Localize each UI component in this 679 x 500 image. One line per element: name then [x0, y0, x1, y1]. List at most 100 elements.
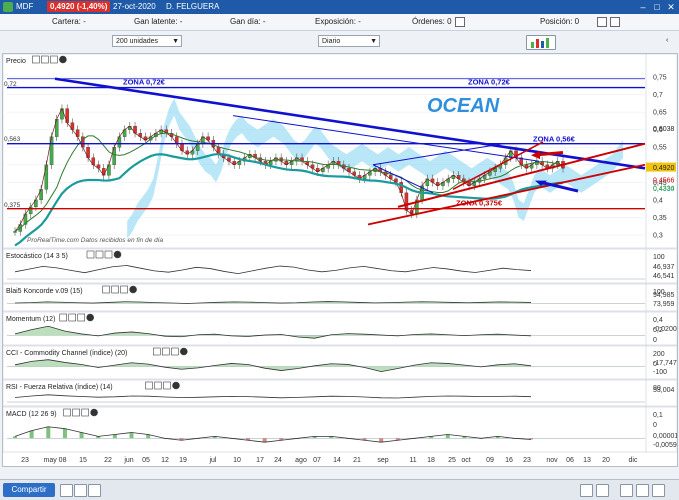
- indicator-value-label: -0,0059: [653, 442, 677, 449]
- x-tick-label: may 08: [44, 457, 67, 464]
- x-tick-label: 25: [448, 457, 456, 464]
- x-tick-label: dic: [629, 457, 638, 464]
- left-price-label: 0,563: [4, 136, 21, 143]
- x-tick-label: 10: [233, 457, 241, 464]
- indicator-value-label: 0,00001: [653, 433, 677, 440]
- x-tick-label: jun: [123, 457, 133, 464]
- popout-icon: [104, 250, 113, 259]
- x-tick-label: sep: [377, 457, 388, 464]
- close-icon: [86, 313, 94, 322]
- settings-toggle-icon[interactable]: [610, 17, 620, 27]
- indicator-value-label: 73,959: [653, 301, 675, 308]
- scroll-right-icon[interactable]: [652, 484, 665, 497]
- popout-icon: [81, 408, 89, 417]
- panel-frame: [2, 406, 678, 453]
- posicion-toggle-icon[interactable]: [597, 17, 607, 27]
- x-tick-label: 23: [21, 457, 29, 464]
- panel-title: Estocástico (14 3 5): [6, 253, 68, 260]
- app-icon: [3, 2, 13, 12]
- zoom-out-icon[interactable]: [580, 484, 593, 497]
- close-icon: [90, 408, 98, 417]
- chart-svg[interactable]: Precio Estocástico (14 3 5) Blai5 Koncorde…: [2, 53, 678, 466]
- right-price-label: 0,4920: [653, 165, 675, 172]
- y-tick-label: 0,55: [653, 145, 667, 152]
- cursor-icon[interactable]: [620, 484, 633, 497]
- indicator-y-tick: 0: [653, 422, 657, 429]
- share-button[interactable]: Compartir: [3, 483, 55, 497]
- window-icon: [41, 55, 49, 64]
- window-icon: [162, 347, 170, 356]
- popout-icon: [50, 55, 58, 64]
- indicator-value-label: -100: [653, 369, 667, 376]
- x-tick-label: 06: [566, 457, 574, 464]
- panel-title: Blai5 Koncorde v.09 (15): [6, 288, 83, 295]
- popout-icon: [171, 347, 179, 356]
- price-badge: 0,4920 (-1,40%): [47, 1, 111, 12]
- chart-tools-icon[interactable]: [526, 35, 556, 50]
- panel-title: Momentum (12): [6, 316, 55, 323]
- panel-title: Precio: [6, 58, 26, 65]
- panel-title: RSI - Fuerza Relativa (índice) (14): [6, 384, 113, 391]
- left-price-label: 0,375: [4, 202, 21, 209]
- close-icon: [180, 347, 188, 356]
- indicator-value-label: 46,937: [653, 264, 675, 271]
- indicator-value-label: 46,541: [653, 273, 675, 280]
- chart-container: Precio Estocástico (14 3 5) Blai5 Koncorde…: [2, 53, 678, 467]
- close-icon[interactable]: ✕: [665, 1, 677, 13]
- settings-icon: [63, 408, 71, 417]
- chevron-down-icon: ▼: [370, 38, 377, 45]
- macd-bar: [13, 436, 17, 439]
- quantity-select[interactable]: 200 unidades ▼: [112, 35, 182, 47]
- indicator-y-tick: 0,1: [653, 412, 663, 419]
- close-icon: [59, 55, 67, 64]
- maximize-icon[interactable]: □: [651, 1, 663, 13]
- macd-bar: [79, 432, 84, 439]
- popout-icon: [77, 313, 85, 322]
- x-tick-label: 15: [79, 457, 87, 464]
- window-titlebar: MDF 0,4920 (-1,40%) 27-oct-2020 D. FELGU…: [0, 0, 679, 14]
- window-icon: [68, 313, 76, 322]
- indicator-value-label: 53,004: [653, 387, 675, 394]
- indicator-y-tick: 0,4: [653, 317, 663, 324]
- x-tick-label: 14: [333, 457, 341, 464]
- x-tick-label: 09: [486, 457, 494, 464]
- exposicion-label: Exposición: -: [315, 17, 361, 26]
- text-tool-icon[interactable]: [88, 484, 101, 497]
- scroll-left-icon[interactable]: [636, 484, 649, 497]
- x-tick-label: jul: [208, 457, 216, 464]
- x-tick-label: 23: [523, 457, 531, 464]
- close-icon: [113, 250, 122, 259]
- macd-bar: [445, 434, 450, 439]
- line-tool-icon[interactable]: [74, 484, 87, 497]
- ganancia-latente-label: Gan latente: -: [134, 17, 183, 26]
- x-tick-label: 11: [409, 457, 416, 464]
- settings-icon: [102, 285, 110, 294]
- popout-icon: [163, 381, 171, 390]
- expand-icon[interactable]: ‹: [666, 36, 674, 45]
- ordenes-label: Órdenes: 0: [412, 17, 452, 26]
- window-date: 27-oct-2020: [113, 2, 156, 11]
- settings-icon: [145, 381, 153, 390]
- ordenes-toggle-icon[interactable]: [455, 17, 465, 27]
- posicion-label: Posición: 0: [540, 17, 580, 26]
- x-tick-label: 17: [256, 457, 264, 464]
- indicator-value-label: -17,747: [653, 360, 677, 367]
- settings-icon: [153, 347, 161, 356]
- candle-body: [13, 231, 17, 233]
- x-tick-label: 12: [161, 457, 169, 464]
- draw-tool-icon[interactable]: [60, 484, 73, 497]
- x-tick-label: 16: [505, 457, 513, 464]
- close-icon: [129, 285, 137, 294]
- window-icon: [111, 285, 119, 294]
- period-select[interactable]: Diario ▼: [318, 35, 380, 47]
- indicator-y-tick: 200: [653, 351, 665, 358]
- minimize-icon[interactable]: –: [637, 1, 649, 13]
- zoom-in-icon[interactable]: [596, 484, 609, 497]
- x-tick-label: 21: [353, 457, 361, 464]
- window-icon: [95, 250, 104, 259]
- macd-bar: [262, 438, 267, 443]
- x-tick-label: nov: [546, 457, 558, 464]
- macd-bar: [112, 434, 117, 439]
- chevron-down-icon: ▼: [172, 38, 179, 45]
- window-icon: [154, 381, 162, 390]
